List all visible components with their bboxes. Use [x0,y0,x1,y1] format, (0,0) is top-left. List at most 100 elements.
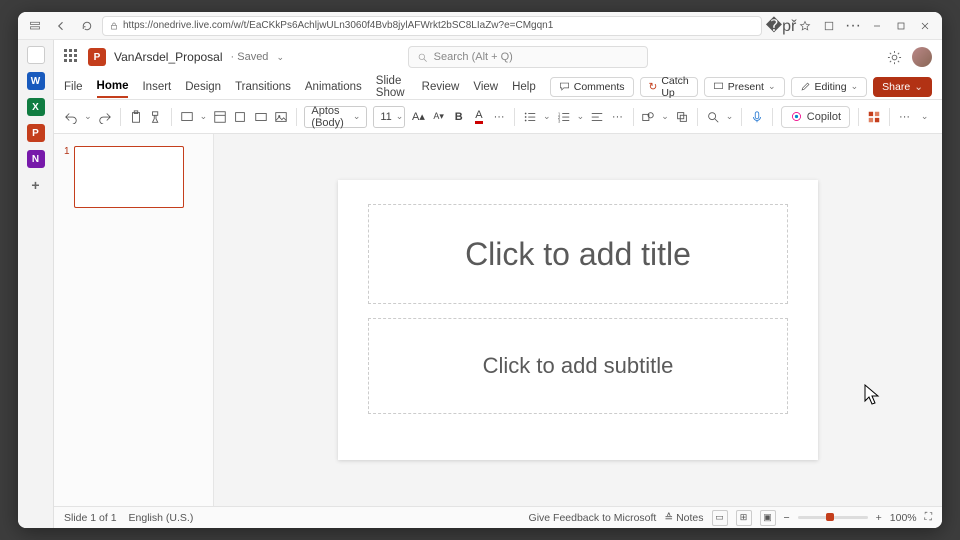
read-aloud-icon[interactable]: �př [770,15,792,37]
favorite-icon[interactable] [794,15,816,37]
chevron-down-icon[interactable]: ⌄ [276,52,284,63]
normal-view-button[interactable]: ▭ [712,510,728,526]
tab-home[interactable]: Home [97,76,129,98]
decrease-font-button[interactable]: A▾ [432,106,446,128]
bullets-dropdown[interactable]: ⌄ [543,111,551,122]
copilot-button[interactable]: Copilot [781,106,850,128]
layout-button[interactable] [213,106,227,128]
settings-gear-icon[interactable] [887,50,902,65]
slide-canvas-area[interactable]: Click to add title Click to add subtitle [214,134,942,506]
font-family-select[interactable]: Aptos (Body)⌄ [304,106,367,128]
app-launcher-icon[interactable] [64,49,80,65]
share-button[interactable]: Share⌄ [873,77,932,97]
search-input[interactable]: Search (Alt + Q) [408,46,648,68]
word-rail-icon[interactable]: W [27,72,45,90]
editing-button[interactable]: Editing⌄ [791,77,868,97]
section-button[interactable] [253,106,267,128]
font-size-select[interactable]: 11⌄ [373,106,405,128]
notes-toggle[interactable]: ≙ Notes [664,512,703,524]
paste-button[interactable] [129,106,143,128]
svg-text:3: 3 [557,118,560,123]
reset-button[interactable] [233,106,247,128]
powerpoint-rail-icon[interactable]: P [27,124,45,142]
zoom-level[interactable]: 100% [890,512,917,524]
browser-more-icon[interactable]: ··· [842,15,864,37]
designer-button[interactable] [867,106,881,128]
find-button[interactable] [706,106,720,128]
tabs-icon[interactable] [24,15,46,37]
undo-dropdown[interactable]: ⌄ [84,111,92,122]
thumbnail-preview[interactable] [74,146,184,208]
para-more-button[interactable]: ··· [610,106,624,128]
tab-transitions[interactable]: Transitions [235,77,291,97]
tab-help[interactable]: Help [512,77,536,97]
address-bar[interactable]: https://onedrive.live.com/w/t/EaCKkPs6Ac… [102,16,762,36]
tab-file[interactable]: File [64,77,83,97]
sorter-view-button[interactable]: ⊞ [736,510,752,526]
subtitle-placeholder[interactable]: Click to add subtitle [368,318,788,414]
zoom-out-button[interactable]: − [784,512,790,524]
ribbon-more-button[interactable]: ··· [897,106,911,128]
add-rail-icon[interactable]: + [27,176,45,194]
format-painter-button[interactable] [149,106,163,128]
refresh-button[interactable] [76,15,98,37]
shapes-dropdown[interactable]: ⌄ [661,111,669,122]
tab-slideshow[interactable]: Slide Show [376,71,408,103]
align-button[interactable] [590,106,604,128]
increase-font-button[interactable]: A▴ [411,106,425,128]
font-color-button[interactable]: A [472,106,486,128]
body-row: W X P N + P VanArsdel_Proposal · Saved ⌄… [18,40,942,528]
language-status[interactable]: English (U.S.) [129,512,194,524]
find-dropdown[interactable]: ⌄ [726,111,734,122]
ribbon-tabs: File Home Insert Design Transitions Anim… [54,74,942,100]
picture-button[interactable] [274,106,288,128]
search-placeholder: Search (Alt + Q) [434,51,513,63]
home-rail-icon[interactable] [27,46,45,64]
ribbon-collapse-button[interactable]: ⌄ [918,106,932,128]
undo-button[interactable] [64,106,78,128]
feedback-link[interactable]: Give Feedback to Microsoft [529,512,657,524]
arrange-button[interactable] [675,106,689,128]
pencil-icon [800,81,811,92]
shapes-button[interactable] [641,106,655,128]
tab-review[interactable]: Review [422,77,460,97]
onenote-rail-icon[interactable]: N [27,150,45,168]
document-name[interactable]: VanArsdel_Proposal [114,50,223,64]
thumbnail-number: 1 [64,146,70,208]
comments-button[interactable]: Comments [550,77,634,97]
tab-design[interactable]: Design [185,77,221,97]
slide[interactable]: Click to add title Click to add subtitle [338,180,818,460]
zoom-slider[interactable] [798,516,868,519]
browser-bar: https://onedrive.live.com/w/t/EaCKkPs6Ac… [18,12,942,40]
collections-icon[interactable] [818,15,840,37]
zoom-in-button[interactable]: + [876,512,882,524]
close-button[interactable] [914,15,936,37]
catchup-button[interactable]: ↻Catch Up [640,77,698,97]
numbering-dropdown[interactable]: ⌄ [577,111,585,122]
back-button[interactable] [50,15,72,37]
user-avatar[interactable] [912,47,932,67]
font-more-button[interactable]: ··· [492,106,506,128]
present-button[interactable]: Present⌄ [704,77,785,97]
slide-thumbnail-1[interactable]: 1 [64,146,203,208]
copilot-icon [790,110,803,123]
excel-rail-icon[interactable]: X [27,98,45,116]
maximize-button[interactable] [890,15,912,37]
new-slide-dropdown[interactable]: ⌄ [200,111,208,122]
dictate-button[interactable] [750,106,764,128]
thumbnail-pane[interactable]: 1 [54,134,214,506]
title-placeholder[interactable]: Click to add title [368,204,788,304]
save-status: · Saved [231,51,269,63]
numbering-button[interactable]: 123 [556,106,570,128]
tab-animations[interactable]: Animations [305,77,362,97]
tab-view[interactable]: View [473,77,498,97]
fit-to-window-button[interactable]: ⛶ [925,511,932,524]
reading-view-button[interactable]: ▣ [760,510,776,526]
new-slide-button[interactable] [179,106,193,128]
redo-button[interactable] [98,106,112,128]
minimize-button[interactable] [866,15,888,37]
comment-icon [559,81,570,92]
bullets-button[interactable] [523,106,537,128]
bold-button[interactable]: B [452,106,466,128]
tab-insert[interactable]: Insert [142,77,171,97]
